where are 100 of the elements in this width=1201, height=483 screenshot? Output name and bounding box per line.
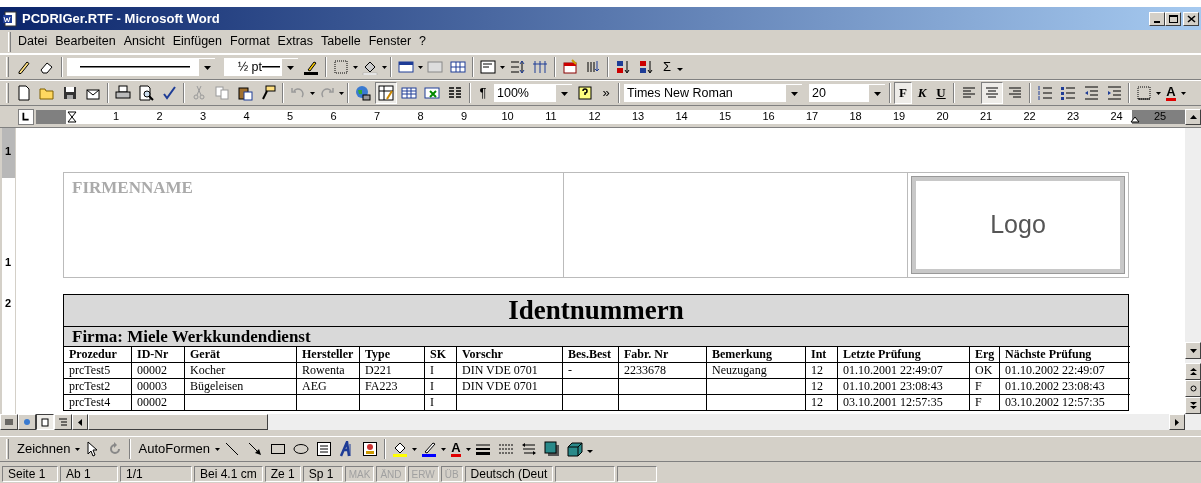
table-cell — [562, 378, 618, 394]
underline-button[interactable]: U — [932, 82, 950, 104]
dropdown-arrow-icon[interactable] — [203, 65, 211, 70]
dropdown-arrow-icon[interactable] — [500, 65, 505, 69]
table-cell: I — [424, 362, 456, 378]
outline-view-button[interactable] — [54, 414, 72, 430]
close-button[interactable] — [1183, 11, 1199, 26]
ruler-number: 6 — [329, 109, 338, 125]
more-buttons-button[interactable]: » — [597, 82, 615, 104]
table-cell: 2233678 — [618, 362, 706, 378]
autosum-button[interactable]: Σ — [658, 56, 676, 78]
pencil-icon — [16, 59, 32, 75]
arrow-icon — [247, 441, 264, 457]
open-folder-icon — [39, 85, 55, 101]
fill-color-icon — [392, 441, 409, 457]
decrease-indent-icon — [1083, 85, 1099, 101]
print-layout-button[interactable] — [36, 414, 54, 430]
align-right-icon — [1007, 85, 1023, 101]
scroll-up-button[interactable] — [1185, 108, 1201, 125]
scroll-down-button[interactable] — [1185, 342, 1201, 359]
table-cell: DIN VDE 0701 — [456, 378, 562, 394]
table-cell: prcTest5 — [64, 362, 131, 378]
line-weight-dropdown[interactable]: ½ pt — [223, 57, 299, 77]
dropdown-arrow-icon[interactable] — [412, 447, 418, 451]
font-color-button[interactable]: A — [1162, 82, 1180, 104]
print-layout-icon — [40, 417, 50, 427]
normal-view-button[interactable] — [0, 414, 18, 430]
table-cell: 01.10.2001 22:49:07 — [837, 362, 969, 378]
dropdown-arrow-icon[interactable] — [790, 91, 798, 96]
dropdown-arrow-icon[interactable] — [873, 91, 881, 96]
font-dropdown[interactable]: Times New Roman — [623, 83, 803, 103]
next-page-icon — [1189, 402, 1197, 409]
next-page-button[interactable] — [1185, 397, 1201, 414]
select-browse-object-icon — [1189, 385, 1197, 392]
ruler-number: 23 — [1065, 109, 1081, 125]
table-cell: OK — [969, 362, 999, 378]
draw-menu-button[interactable]: Zeichnen — [13, 438, 75, 460]
insert-spreadsheet-icon — [424, 85, 440, 101]
company-name: FIRMENNAME — [72, 177, 194, 199]
italic-button[interactable]: K — [913, 82, 931, 104]
ruler-number: 4 — [242, 109, 251, 125]
zoom-dropdown[interactable]: 100% — [493, 83, 573, 103]
dropdown-arrow-icon[interactable] — [466, 447, 472, 451]
web-view-icon — [22, 417, 32, 427]
minimize-button[interactable] — [1149, 11, 1165, 26]
dropdown-arrow-icon[interactable] — [441, 447, 447, 451]
column-header: Vorschr — [456, 346, 562, 362]
scroll-right-button[interactable] — [1169, 414, 1185, 430]
dropdown-arrow-icon[interactable] — [215, 447, 221, 451]
maximize-button[interactable] — [1165, 11, 1181, 26]
dropdown-arrow-icon[interactable] — [382, 65, 387, 69]
table-cell: 00003 — [131, 378, 184, 394]
outline-view-icon — [58, 417, 68, 427]
menu-item[interactable]: Ansicht — [119, 32, 169, 51]
menu-item[interactable]: Tabelle — [317, 32, 365, 51]
table-cell: 12 — [805, 378, 837, 394]
table-cell: prcTest2 — [64, 378, 131, 394]
dropdown-arrow-icon[interactable] — [560, 91, 568, 96]
shadow-icon — [544, 441, 561, 457]
ruler-number: 13 — [630, 109, 646, 125]
column-header: Fabr. Nr — [618, 346, 706, 362]
status-field: Ab 1 — [60, 466, 118, 482]
autoshapes-menu-button[interactable]: AutoFormen — [134, 438, 215, 460]
align-center-button[interactable] — [981, 82, 1003, 104]
dropdown-arrow-icon[interactable] — [418, 65, 423, 69]
dropdown-arrow-icon[interactable] — [1156, 91, 1161, 95]
menu-item[interactable]: Einfügen — [168, 32, 226, 51]
save-icon — [62, 85, 78, 101]
menu-item[interactable]: Format — [226, 32, 274, 51]
dropdown-arrow-icon[interactable] — [339, 91, 344, 95]
bold-button[interactable]: F — [894, 82, 912, 104]
line-style-dropdown[interactable] — [66, 57, 216, 77]
tables-borders-button[interactable] — [375, 82, 397, 104]
menu-item[interactable]: Extras — [273, 32, 318, 51]
dropdown-arrow-icon[interactable] — [353, 65, 358, 69]
column-header: Bes.Best — [562, 346, 618, 362]
scroll-left-button[interactable] — [72, 414, 88, 430]
font-size-dropdown[interactable]: 20 — [808, 83, 886, 103]
oval-icon — [293, 441, 310, 457]
menu-item[interactable]: ? — [415, 32, 430, 51]
globe-icon — [355, 85, 371, 101]
status-field: Deutsch (Deut — [464, 466, 554, 482]
dropdown-arrow-icon[interactable] — [75, 447, 81, 451]
font-color-button[interactable]: A — [447, 438, 466, 460]
show-formatting-button[interactable]: ¶ — [474, 82, 492, 104]
web-view-button[interactable] — [18, 414, 36, 430]
ruler-number: 2 — [155, 109, 164, 125]
table-cell: FA223 — [359, 378, 424, 394]
menu-item[interactable]: Fenster — [364, 32, 416, 51]
dropdown-arrow-icon[interactable] — [310, 91, 315, 95]
menu-item[interactable]: Bearbeiten — [51, 32, 120, 51]
scroll-thumb[interactable] — [88, 414, 268, 430]
dropdown-arrow-icon[interactable] — [1181, 91, 1186, 95]
menu-item[interactable]: Datei — [14, 32, 52, 51]
status-field: Seite 1 — [2, 466, 58, 482]
previous-page-button[interactable] — [1185, 363, 1201, 380]
indent-marker-icon[interactable] — [67, 110, 77, 123]
scroll-down-icon — [1189, 348, 1197, 353]
select-browse-object-button[interactable] — [1185, 380, 1201, 397]
dropdown-arrow-icon[interactable] — [286, 65, 294, 70]
